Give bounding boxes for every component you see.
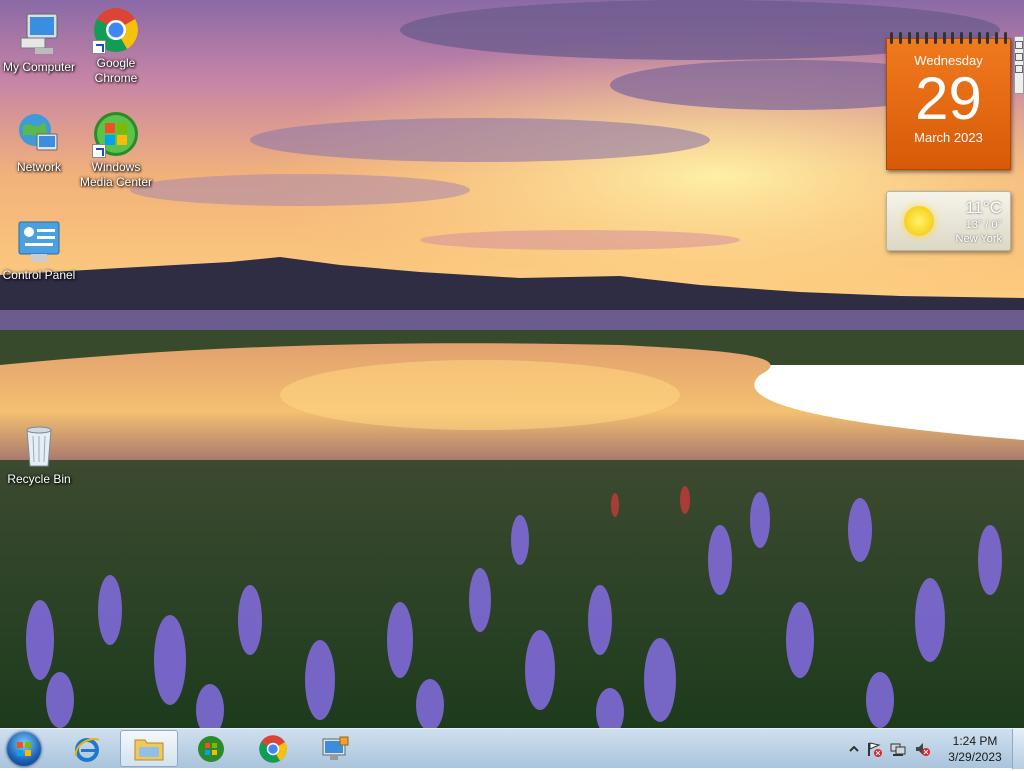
network-icon[interactable] [890, 741, 906, 757]
taskbar-clock[interactable]: 1:24 PM 3/29/2023 [940, 733, 1010, 765]
control-panel-icon [15, 218, 63, 266]
calendar-day: 29 [915, 65, 982, 132]
desktop-icon-label: My Computer [2, 60, 76, 74]
shortcut-arrow-icon [92, 144, 106, 158]
weather-temperature: 11°C [965, 198, 1002, 217]
gadget-toolbar[interactable] [1014, 36, 1024, 94]
show-desktop-button[interactable] [1012, 729, 1024, 769]
windows-logo-icon [7, 732, 41, 766]
action-center-flag-icon[interactable] [866, 741, 882, 757]
start-button[interactable] [4, 731, 44, 767]
shortcut-arrow-icon [92, 40, 106, 54]
weather-high-low: 13° / 0° [965, 219, 1002, 231]
weather-city: New York [955, 233, 1002, 245]
volume-muted-icon[interactable] [914, 741, 930, 757]
desktop-icon-label: Control Panel [2, 268, 76, 282]
clock-date: 3/29/2023 [948, 750, 1002, 764]
options-icon[interactable] [1015, 53, 1023, 61]
taskbar: 1:24 PM 3/29/2023 [0, 728, 1024, 769]
calendar-gadget[interactable]: Wednesday 29 March 2023 [886, 32, 1011, 170]
chrome-icon [92, 6, 140, 54]
windows-media-player-icon [198, 735, 224, 762]
desktop-icon-google-chrome[interactable]: Google Chrome [77, 6, 155, 86]
calendar-month-year: March 2023 [914, 130, 983, 145]
desktop-icon-network[interactable]: Network [0, 110, 78, 175]
show-hidden-icons-arrow[interactable] [846, 741, 862, 757]
taskbar-internet-explorer[interactable] [58, 730, 116, 767]
weather-gadget[interactable]: 11°C 13° / 0° New York [886, 191, 1011, 251]
computer-icon [15, 10, 63, 58]
network-icon [15, 110, 63, 158]
sun-icon [904, 206, 934, 236]
desktop-icon-label: Windows Media Center [79, 160, 153, 189]
chrome-icon [259, 734, 287, 763]
taskbar-google-chrome[interactable] [244, 730, 302, 767]
desktop-icon-my-computer[interactable]: My Computer [0, 10, 78, 75]
internet-explorer-icon [74, 737, 100, 762]
taskbar-remote-desktop[interactable] [306, 730, 364, 767]
desktop-icon-recycle-bin[interactable]: Recycle Bin [0, 422, 78, 487]
close-icon[interactable] [1015, 41, 1023, 49]
file-explorer-icon [134, 739, 164, 760]
media-center-icon [92, 110, 140, 158]
taskbar-windows-media-player[interactable] [182, 730, 240, 767]
desktop-icon-control-panel[interactable]: Control Panel [0, 218, 78, 283]
clock-time: 1:24 PM [952, 734, 998, 748]
calendar-page: Wednesday 29 March 2023 [886, 38, 1011, 170]
desktop-icon-label: Google Chrome [94, 56, 138, 85]
remote-desktop-icon [322, 736, 349, 760]
taskbar-file-explorer[interactable] [120, 730, 178, 767]
recycle-bin-icon [15, 422, 63, 470]
drag-handle-icon[interactable] [1015, 65, 1023, 73]
desktop-icon-label: Recycle Bin [7, 472, 71, 486]
desktop-icon-windows-media-center[interactable]: Windows Media Center [77, 110, 155, 190]
desktop-icon-label: Network [16, 160, 61, 174]
calendar-rings [890, 32, 1007, 44]
